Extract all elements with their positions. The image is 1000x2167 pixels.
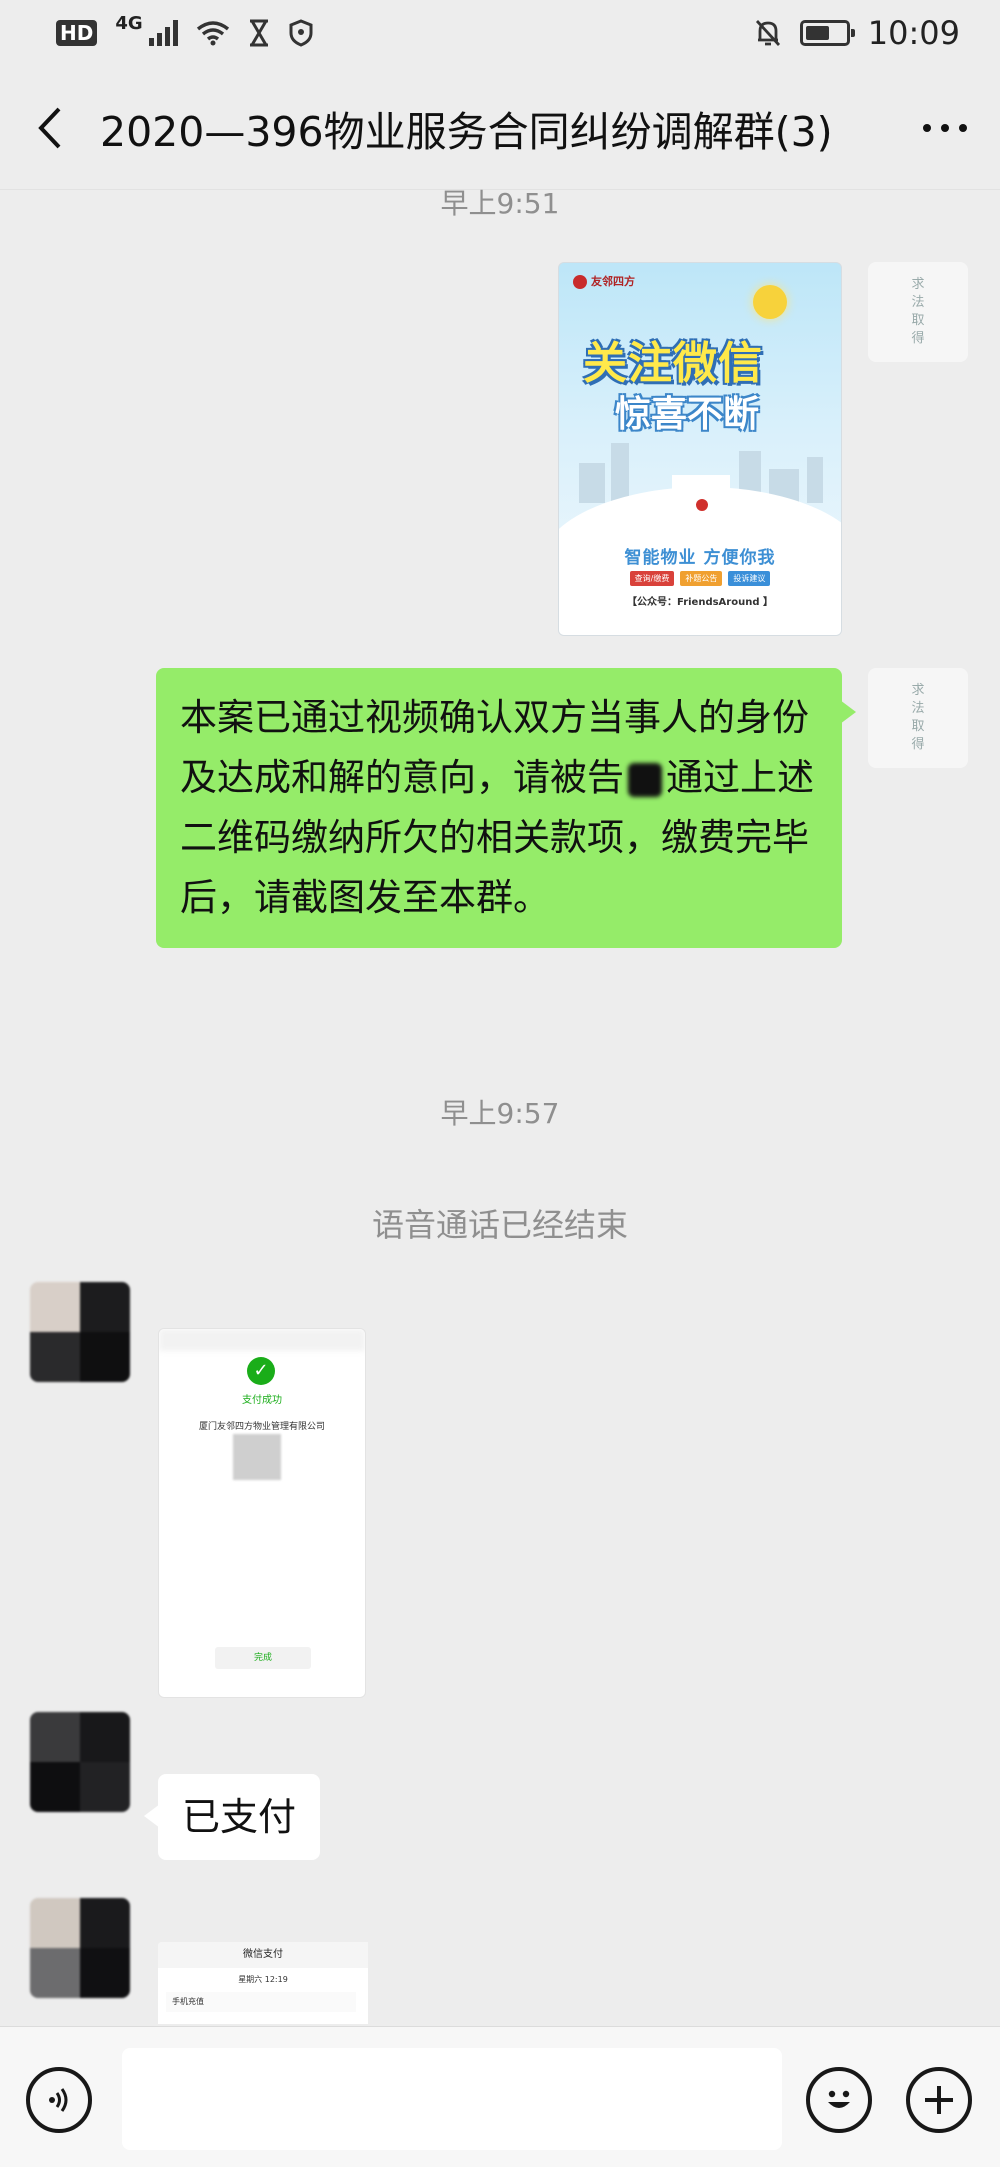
voice-button[interactable] (26, 2067, 92, 2133)
payment-screenshot-message[interactable]: ✓ 支付成功 厦门友邻四方物业管理有限公司 完成 (158, 1328, 366, 1698)
system-message: 语音通话已经结束 (371, 1206, 628, 1244)
payment-status: 支付成功 (242, 1395, 282, 1406)
poster-headline: 关注微信 (583, 338, 763, 389)
hd-badge: HD (56, 20, 98, 46)
message-timestamp: 早上9:51 (440, 187, 560, 220)
voice-icon (49, 2088, 68, 2112)
more-dots-icon (923, 123, 967, 132)
battery-icon (799, 20, 855, 46)
done-button: 完成 (215, 1647, 311, 1669)
merchant-name: 厦门友邻四方物业管理有限公司 (198, 1422, 325, 1432)
poster-tag: 查询/缴费 (629, 571, 675, 586)
more-button[interactable] (890, 66, 1000, 190)
input-bar (0, 2026, 1000, 2167)
sun-icon (753, 285, 787, 319)
poster-slogan: 智能物业 方便你我 (624, 548, 776, 568)
message-input[interactable] (122, 2048, 782, 2150)
bell-off-icon (755, 20, 780, 46)
chat-title: 2020—396物业服务合同纠纷调解群(3) (100, 107, 833, 156)
blurred-amount (233, 1434, 281, 1480)
wxpay-screenshot-message[interactable]: 微信支付 星期六 12:19 手机充值 (158, 1942, 368, 2024)
back-button[interactable] (0, 66, 100, 190)
message-bubble-sent[interactable]: 本案已通过视频确认双方当事人的身份及达成和解的意向，请被告 通过上述二维码缴纳所欠… (156, 668, 856, 948)
poster-brand: 友邻四方 (573, 273, 635, 289)
avatar[interactable]: 求法取得 (868, 262, 968, 362)
add-button[interactable] (906, 2067, 972, 2133)
wifi-icon (196, 21, 229, 46)
chat-header: 2020—396物业服务合同纠纷调解群(3) (0, 66, 1000, 190)
signal-icon (148, 20, 178, 46)
avatar[interactable] (30, 1282, 130, 1382)
status-left: HD 4G (56, 13, 314, 47)
chevron-left-icon (38, 107, 61, 148)
avatar[interactable]: 求法取得 (868, 668, 968, 768)
message-bubble-received[interactable]: 已支付 (143, 1774, 321, 1860)
check-icon: ✓ (247, 1357, 275, 1385)
status-time: 10:09 (867, 14, 960, 52)
redaction-mark (628, 762, 662, 797)
wxpay-title: 微信支付 (158, 1942, 368, 1968)
poster-tags: 查询/缴费 补题公告 投诉建议 (559, 571, 841, 586)
wxpay-row: 手机充值 (166, 1992, 356, 2012)
poster-account: 【公众号：FriendsAround 】 (627, 597, 773, 608)
plus-icon (925, 2086, 953, 2114)
emoji-button[interactable] (806, 2067, 872, 2133)
poster-tag: 补题公告 (680, 571, 723, 586)
blurred-header (159, 1329, 365, 1351)
message-text: 已支付 (182, 1795, 297, 1839)
shield-icon (289, 19, 313, 47)
avatar[interactable] (30, 1898, 130, 1998)
message-timestamp: 早上9:57 (440, 1097, 560, 1130)
status-bar: HD 4G 10:09 (0, 0, 1000, 66)
poster-subline: 惊喜不断 (615, 394, 760, 435)
wxpay-date: 星期六 12:19 (238, 1975, 288, 1984)
status-right: 10:09 (754, 14, 960, 52)
poster-tag: 投诉建议 (728, 571, 771, 586)
network-type: 4G (115, 12, 143, 34)
emoji-icon (828, 2090, 850, 2108)
avatar[interactable] (30, 1712, 130, 1812)
qr-code-icon (672, 475, 730, 533)
poster-image-message[interactable]: 友邻四方 关注微信 惊喜不断 智能物业 方便你我 查询/缴费 补题公告 投诉建议… (558, 262, 842, 636)
hourglass-icon (249, 19, 268, 47)
